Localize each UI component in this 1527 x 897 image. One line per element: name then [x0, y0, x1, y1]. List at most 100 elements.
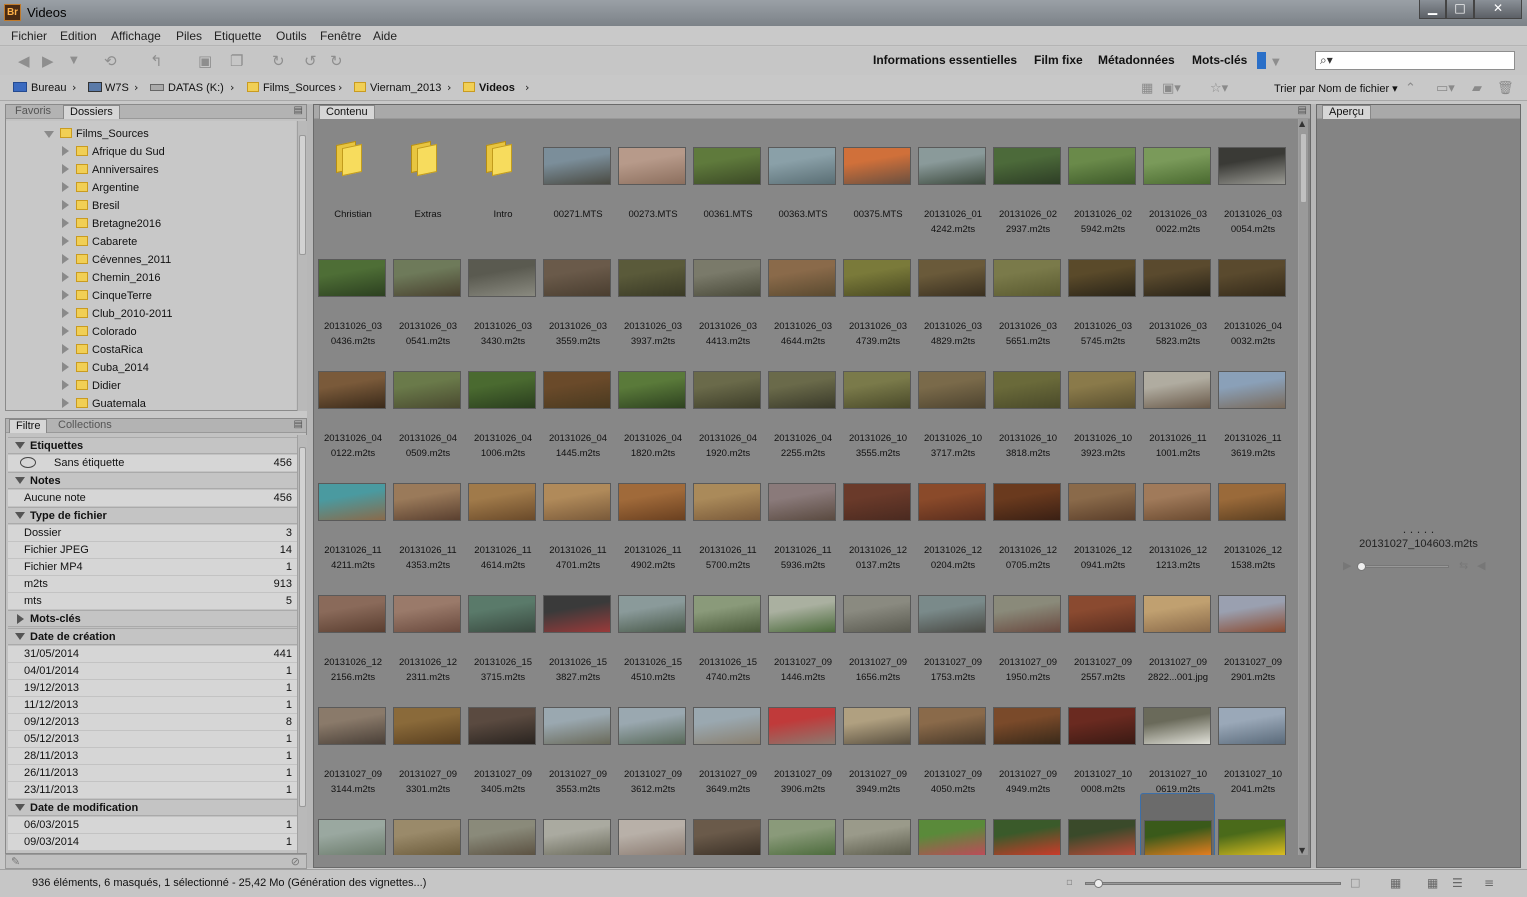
- file-thumbnail[interactable]: 20131027_09 3144.m2ts: [315, 681, 390, 795]
- menu-fenetre[interactable]: Fenêtre: [320, 29, 361, 43]
- file-thumbnail[interactable]: 20131026_12 2156.m2ts: [315, 569, 390, 683]
- file-thumbnail[interactable]: 20131026_03 5651.m2ts: [990, 233, 1065, 347]
- quality-options-icon[interactable]: ▦: [1141, 81, 1153, 96]
- file-thumbnail[interactable]: 20131026_11 4701.m2ts: [540, 457, 615, 571]
- filter-row[interactable]: 04/01/2014 1: [8, 663, 298, 680]
- file-thumbnail[interactable]: 20131026_11 1001.m2ts: [1140, 345, 1215, 459]
- file-thumbnail[interactable]: 20131026_10 3923.m2ts: [1065, 345, 1140, 459]
- file-thumbnail[interactable]: [1065, 793, 1140, 855]
- filter-row[interactable]: 31/05/2014 441: [8, 646, 298, 663]
- breadcrumb-item[interactable]: Bureau: [13, 82, 66, 94]
- collapsed-icon[interactable]: [62, 308, 69, 318]
- filter-row[interactable]: 11/12/2013 1: [8, 697, 298, 714]
- collapsed-icon[interactable]: [62, 362, 69, 372]
- file-thumbnail[interactable]: 20131026_02 5942.m2ts: [1065, 121, 1140, 235]
- grid-lock-icon[interactable]: ▦: [1390, 876, 1401, 890]
- filter-row[interactable]: mts 5: [8, 593, 298, 610]
- file-thumbnail[interactable]: 20131027_09 4050.m2ts: [915, 681, 990, 795]
- breadcrumb-separator-icon[interactable]: ›: [72, 81, 76, 94]
- file-thumbnail[interactable]: 20131027_09 1950.m2ts: [990, 569, 1065, 683]
- breadcrumb-separator-icon[interactable]: ›: [230, 81, 234, 94]
- folder-item[interactable]: Extras: [390, 121, 465, 233]
- panel-menu-icon[interactable]: ▤: [294, 105, 303, 116]
- file-thumbnail[interactable]: 20131026_11 3619.m2ts: [1215, 345, 1290, 459]
- breadcrumb-separator-icon[interactable]: ›: [447, 81, 451, 94]
- filter-row[interactable]: 28/11/2013 1: [8, 748, 298, 765]
- collapsed-icon[interactable]: [62, 398, 69, 408]
- collapsed-icon[interactable]: [62, 290, 69, 300]
- file-thumbnail[interactable]: 20131026_03 0022.m2ts: [1140, 121, 1215, 235]
- forward-icon[interactable]: ▶: [42, 52, 54, 70]
- file-thumbnail[interactable]: 20131026_15 4740.m2ts: [690, 569, 765, 683]
- workspace-filmstrip[interactable]: Film fixe: [1034, 53, 1083, 67]
- tree-item-folder[interactable]: Anniversaires: [62, 161, 159, 179]
- menu-aide[interactable]: Aide: [373, 29, 397, 43]
- breadcrumb-separator-icon[interactable]: ›: [525, 81, 529, 94]
- collapsed-icon[interactable]: [62, 182, 69, 192]
- menu-fichier[interactable]: Fichier: [11, 29, 47, 43]
- scroll-thumb[interactable]: [299, 447, 306, 807]
- tree-item-folder[interactable]: Cévennes_2011: [62, 251, 171, 269]
- file-thumbnail[interactable]: 20131027_09 3649.m2ts: [690, 681, 765, 795]
- new-folder-icon[interactable]: ▰: [1472, 81, 1482, 96]
- file-thumbnail[interactable]: 20131026_12 1213.m2ts: [1140, 457, 1215, 571]
- file-thumbnail[interactable]: [840, 793, 915, 855]
- filter-group-header[interactable]: Mots-clés: [8, 610, 298, 627]
- collapsed-icon[interactable]: [62, 236, 69, 246]
- panel-menu-icon[interactable]: ▤: [1298, 105, 1307, 116]
- scroll-thumb[interactable]: [299, 135, 306, 255]
- file-thumbnail[interactable]: 20131026_12 0941.m2ts: [1065, 457, 1140, 571]
- expanded-icon[interactable]: [44, 131, 54, 138]
- breadcrumb-separator-icon[interactable]: ›: [134, 81, 138, 94]
- file-thumbnail[interactable]: 20131026_11 4353.m2ts: [390, 457, 465, 571]
- tree-item-folder[interactable]: Argentine: [62, 179, 139, 197]
- search-field[interactable]: ⌕▾: [1315, 51, 1515, 70]
- file-thumbnail[interactable]: 20131026_03 3559.m2ts: [540, 233, 615, 347]
- file-thumbnail[interactable]: 20131026_03 4413.m2ts: [690, 233, 765, 347]
- close-button[interactable]: ✕: [1474, 0, 1522, 19]
- tab-favoris[interactable]: Favoris: [9, 105, 57, 119]
- tree-item-folder[interactable]: CinqueTerre: [62, 287, 152, 305]
- menu-edition[interactable]: Edition: [60, 29, 97, 43]
- filter-row[interactable]: 19/12/2013 1: [8, 680, 298, 697]
- file-thumbnail[interactable]: 20131027_09 3612.m2ts: [615, 681, 690, 795]
- file-thumbnail[interactable]: 20131027_09 1753.m2ts: [915, 569, 990, 683]
- tab-contenu[interactable]: Contenu: [319, 105, 375, 119]
- star-filter-icon[interactable]: ☆▾: [1210, 81, 1228, 96]
- file-thumbnail[interactable]: 20131026_03 4739.m2ts: [840, 233, 915, 347]
- camera-import-icon[interactable]: ▣: [198, 52, 212, 70]
- filter-row[interactable]: 06/03/2015 1: [8, 817, 298, 834]
- file-thumbnail[interactable]: 20131026_11 4614.m2ts: [465, 457, 540, 571]
- file-thumbnail[interactable]: [390, 793, 465, 855]
- tree-item-folder[interactable]: Bresil: [62, 197, 120, 215]
- file-thumbnail[interactable]: 20131027_10 0619.m2ts: [1140, 681, 1215, 795]
- tree-item-folder[interactable]: Chemin_2016: [62, 269, 161, 287]
- file-thumbnail[interactable]: [465, 793, 540, 855]
- file-thumbnail[interactable]: 20131026_12 0137.m2ts: [840, 457, 915, 571]
- workspace-keywords[interactable]: Mots-clés: [1192, 53, 1247, 67]
- scroll-up-icon[interactable]: ▲: [1299, 119, 1305, 128]
- thumbnail-quality-icon[interactable]: ▣▾: [1162, 81, 1181, 96]
- rotate-right-icon[interactable]: ↻: [330, 52, 343, 70]
- refine-icon[interactable]: ❐: [230, 52, 243, 70]
- file-thumbnail[interactable]: [765, 793, 840, 855]
- menu-affichage[interactable]: Affichage: [111, 29, 161, 43]
- rotate-left-icon[interactable]: ↺: [304, 52, 317, 70]
- folder-item[interactable]: Intro: [465, 121, 540, 233]
- loop-icon[interactable]: ⇆: [1459, 559, 1468, 572]
- file-thumbnail[interactable]: 20131026_04 1445.m2ts: [540, 345, 615, 459]
- file-thumbnail[interactable]: 20131026_03 0054.m2ts: [1215, 121, 1290, 235]
- file-thumbnail[interactable]: 20131026_03 4829.m2ts: [915, 233, 990, 347]
- file-thumbnail[interactable]: 20131026_04 2255.m2ts: [765, 345, 840, 459]
- menu-piles[interactable]: Piles: [176, 29, 202, 43]
- file-thumbnail[interactable]: 00271.MTS: [540, 121, 615, 233]
- tree-item-folder[interactable]: Colorado: [62, 323, 137, 341]
- filter-row[interactable]: Sans étiquette 456: [8, 455, 298, 472]
- zoom-in-icon[interactable]: □: [1350, 876, 1360, 889]
- file-thumbnail[interactable]: 20131026_03 0541.m2ts: [390, 233, 465, 347]
- file-thumbnail[interactable]: 20131026_03 3937.m2ts: [615, 233, 690, 347]
- file-thumbnail[interactable]: 20131027_09 2901.m2ts: [1215, 569, 1290, 683]
- file-thumbnail[interactable]: 20131026_12 1538.m2ts: [1215, 457, 1290, 571]
- filter-group-header[interactable]: Date de modification: [8, 799, 298, 816]
- workspace-metadata[interactable]: Métadonnées: [1098, 53, 1175, 67]
